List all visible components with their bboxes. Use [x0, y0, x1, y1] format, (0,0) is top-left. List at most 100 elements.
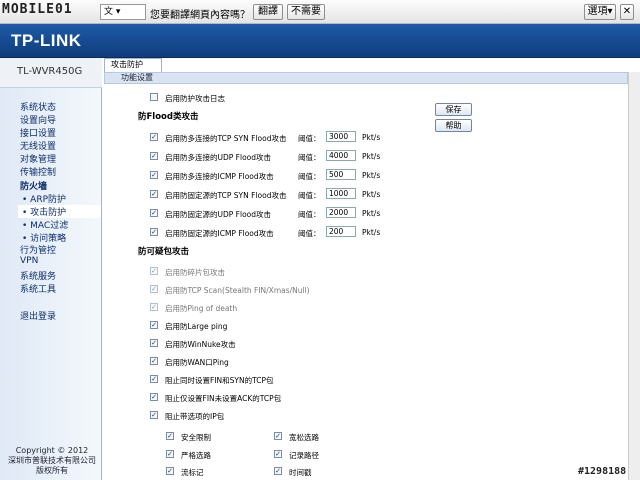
- log-label: 启用防护攻击日志: [165, 94, 225, 103]
- threshold-input[interactable]: 200: [326, 226, 356, 237]
- flood-checkbox[interactable]: [150, 209, 158, 217]
- ip-option-label: 严格选路: [181, 451, 211, 460]
- packet-checkbox[interactable]: [150, 303, 158, 311]
- model-name: TL-WVR450G: [17, 66, 83, 77]
- scrollbar[interactable]: [628, 72, 640, 480]
- tp-link-logo: TP-LINK: [11, 31, 82, 50]
- copyright-line3: 版权所有: [36, 466, 68, 475]
- unit-label: Pkt/s: [362, 133, 381, 142]
- unit-label: Pkt/s: [362, 171, 381, 180]
- nav-interface[interactable]: 接口设置: [20, 126, 56, 139]
- section-title: 功能设置: [121, 73, 153, 82]
- packet-label: 启用防碎片包攻击: [165, 268, 225, 277]
- ip-option-checkbox[interactable]: [274, 450, 282, 458]
- nav-vpn[interactable]: VPN: [20, 256, 38, 266]
- translate-button[interactable]: 翻譯: [253, 4, 283, 20]
- unit-label: Pkt/s: [362, 152, 381, 161]
- flood-checkbox[interactable]: [150, 228, 158, 236]
- flood-label: 启用防固定源的TCP SYN Flood攻击: [165, 191, 287, 200]
- flood-label: 启用防多连接的ICMP Flood攻击: [165, 172, 274, 181]
- copyright-line2: 深圳市普联技术有限公司: [8, 456, 96, 465]
- nav-logout[interactable]: 退出登录: [20, 309, 56, 322]
- nav-setup-wizard[interactable]: 设置向导: [20, 113, 56, 126]
- nav-system-status[interactable]: 系统状态: [20, 100, 56, 113]
- ip-option-checkbox[interactable]: [166, 467, 174, 475]
- threshold-label: 阈值：: [298, 210, 321, 219]
- copyright-line1: Copyright © 2012: [15, 446, 89, 455]
- ip-option-label: 宽松选路: [289, 433, 319, 442]
- threshold-input[interactable]: 2000: [326, 207, 356, 218]
- ip-option-checkbox[interactable]: [166, 432, 174, 440]
- packet-checkbox[interactable]: [150, 339, 158, 347]
- model-bar: TL-WVR450G: [0, 58, 102, 88]
- nav-service[interactable]: 系统服务: [20, 269, 56, 282]
- nav-arp[interactable]: • ARP防护: [22, 192, 66, 205]
- sidebar: 系统状态 设置向导 接口设置 无线设置 对象管理 传输控制 防火墙 • ARP防…: [0, 88, 102, 480]
- unit-label: Pkt/s: [362, 209, 381, 218]
- translate-toolbar: MOBILE01 文 ▾ 您要翻譯網頁內容嗎？ 翻譯 不需要 選項▾ ✕: [0, 0, 640, 24]
- threshold-label: 阈值：: [298, 153, 321, 162]
- ip-option-checkbox[interactable]: [274, 432, 282, 440]
- options-label: 選項: [587, 6, 608, 17]
- unit-label: Pkt/s: [362, 228, 381, 237]
- translate-question: 您要翻譯網頁內容嗎？: [150, 10, 250, 21]
- flood-label: 启用防多连接的UDP Flood攻击: [165, 153, 272, 162]
- help-button[interactable]: 帮助: [435, 119, 472, 132]
- nav-transfer[interactable]: 传输控制: [20, 165, 56, 178]
- packet-label: 启用防WAN口Ping: [165, 358, 229, 367]
- router-header: TP-LINK: [0, 24, 640, 58]
- ip-option-checkbox[interactable]: [274, 467, 282, 475]
- packet-checkbox[interactable]: [150, 357, 158, 365]
- packet-checkbox[interactable]: [150, 321, 158, 329]
- packet-label: 启用防TCP Scan(Stealth FIN/Xmas/Null): [165, 286, 310, 295]
- nav-mac[interactable]: • MAC过滤: [22, 218, 68, 231]
- packet-checkbox[interactable]: [150, 285, 158, 293]
- threshold-input[interactable]: 4000: [326, 150, 356, 161]
- flood-label: 启用防固定源的UDP Flood攻击: [165, 210, 272, 219]
- nav-tools[interactable]: 系统工具: [20, 282, 56, 295]
- close-translate-button[interactable]: ✕: [620, 4, 634, 20]
- flood-checkbox[interactable]: [150, 133, 158, 141]
- unit-label: Pkt/s: [362, 190, 381, 199]
- packet-label: 阻止同时设置FIN和SYN的TCP包: [165, 376, 274, 385]
- ip-option-label: 记录路径: [289, 451, 319, 460]
- tab-strip: 攻击防护: [102, 58, 640, 72]
- ip-option-checkbox[interactable]: [166, 450, 174, 458]
- flood-heading: 防Flood类攻击: [138, 112, 199, 122]
- flood-checkbox[interactable]: [150, 152, 158, 160]
- nav-attack[interactable]: • 攻击防护: [18, 205, 101, 218]
- flood-label: 启用防固定源的ICMP Flood攻击: [165, 229, 274, 238]
- watermark: #1298188: [578, 466, 627, 477]
- packet-checkbox[interactable]: [150, 375, 158, 383]
- packet-checkbox[interactable]: [150, 393, 158, 401]
- tab-attack-protection[interactable]: 攻击防护: [104, 58, 162, 72]
- ip-option-label: 流标记: [181, 468, 204, 477]
- packet-checkbox[interactable]: [150, 411, 158, 419]
- packet-heading: 防可疑包攻击: [138, 247, 190, 257]
- flood-checkbox[interactable]: [150, 171, 158, 179]
- packet-label: 启用防Large ping: [165, 322, 228, 331]
- ip-option-label: 时间戳: [289, 468, 312, 477]
- nav-wireless[interactable]: 无线设置: [20, 139, 56, 152]
- nav-firewall[interactable]: 防火墙: [20, 179, 47, 192]
- language-value: 文: [104, 7, 114, 17]
- threshold-label: 阈值：: [298, 229, 321, 238]
- nav-object[interactable]: 对象管理: [20, 152, 56, 165]
- options-button[interactable]: 選項▾: [584, 4, 616, 20]
- log-checkbox[interactable]: [150, 93, 158, 101]
- packet-checkbox[interactable]: [150, 267, 158, 275]
- nav-behavior[interactable]: 行为管控: [20, 243, 56, 256]
- packet-label: 启用防Ping of death: [165, 304, 238, 313]
- ip-option-label: 安全限制: [181, 433, 211, 442]
- section-bar: 功能设置: [104, 72, 628, 84]
- packet-label: 启用防WinNuke攻击: [165, 340, 236, 349]
- language-select[interactable]: 文 ▾: [100, 4, 146, 20]
- flood-checkbox[interactable]: [150, 190, 158, 198]
- save-button[interactable]: 保存: [435, 103, 472, 116]
- flood-label: 启用防多连接的TCP SYN Flood攻击: [165, 134, 287, 143]
- threshold-input[interactable]: 500: [326, 169, 356, 180]
- threshold-input[interactable]: 3000: [326, 131, 356, 142]
- packet-label: 阻止仅设置FIN未设置ACK的TCP包: [165, 394, 282, 403]
- threshold-input[interactable]: 1000: [326, 188, 356, 199]
- no-thanks-button[interactable]: 不需要: [287, 4, 325, 20]
